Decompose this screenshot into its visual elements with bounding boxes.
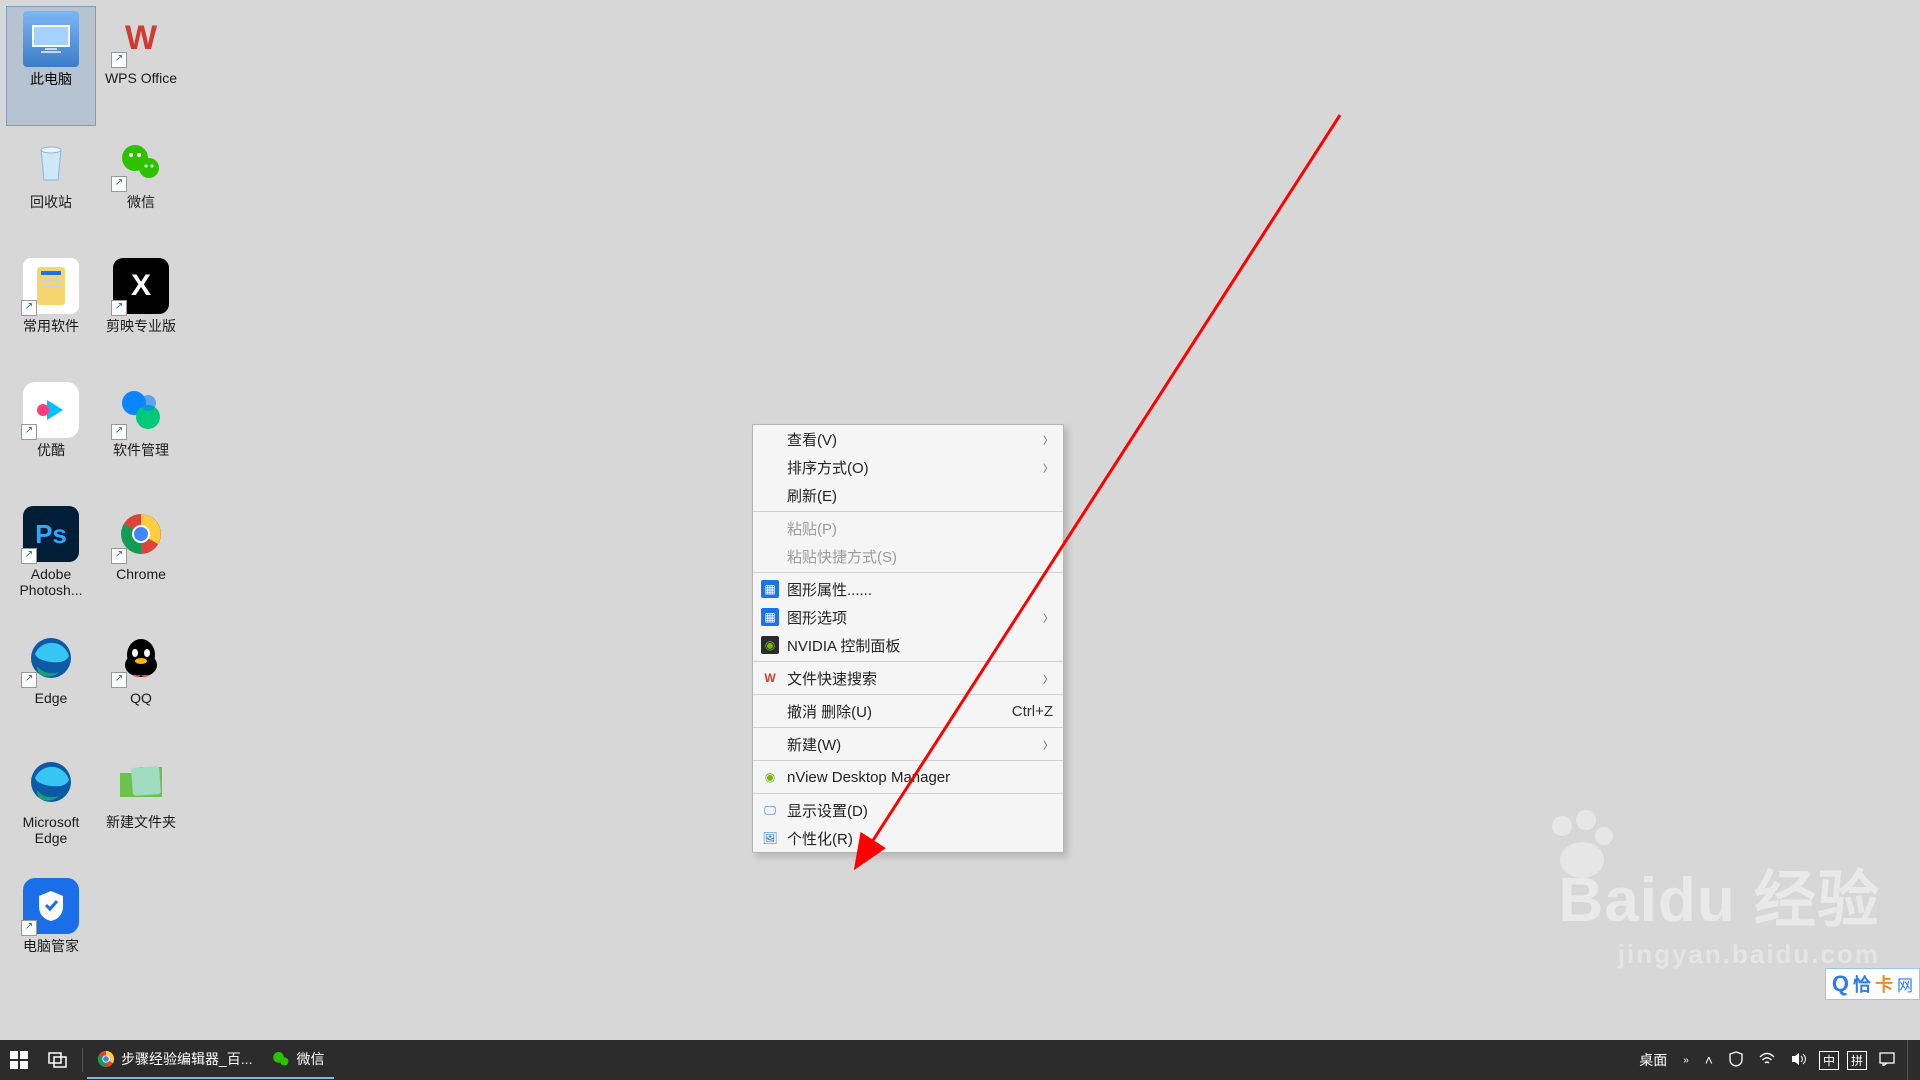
icon-photoshop[interactable]: Ps Adobe Photosh... bbox=[6, 502, 96, 622]
icon-label: 剪映专业版 bbox=[106, 318, 176, 334]
wps-icon: W bbox=[761, 669, 779, 687]
menu-view[interactable]: 查看(V)〉 bbox=[753, 425, 1063, 453]
menu-separator bbox=[753, 661, 1063, 662]
icon-label: 回收站 bbox=[30, 194, 72, 210]
menu-file-quicksearch[interactable]: W文件快速搜索〉 bbox=[753, 664, 1063, 692]
taskbar-task-wechat[interactable]: 微信 bbox=[262, 1041, 334, 1079]
desktop-context-menu: 查看(V)〉 排序方式(O)〉 刷新(E) 粘贴(P) 粘贴快捷方式(S) ▦图… bbox=[752, 424, 1064, 853]
icon-chrome[interactable]: Chrome bbox=[96, 502, 186, 622]
task-view-button[interactable] bbox=[38, 1040, 78, 1080]
tray-ime-indicator-2[interactable]: 拼 bbox=[1847, 1051, 1867, 1070]
menu-separator bbox=[753, 694, 1063, 695]
personalize-icon: 🖼 bbox=[761, 829, 779, 847]
tray-notifications-icon[interactable] bbox=[1875, 1052, 1899, 1069]
monitor-icon: 🖵 bbox=[761, 801, 779, 819]
tray-wifi-icon[interactable] bbox=[1755, 1052, 1779, 1069]
icon-qq[interactable]: QQ bbox=[96, 626, 186, 746]
taskbar-task-chrome[interactable]: 步骤经验编辑器_百... bbox=[87, 1041, 262, 1079]
menu-separator bbox=[753, 572, 1063, 573]
submenu-arrow-icon: 〉 bbox=[1043, 460, 1053, 475]
menu-display-settings[interactable]: 🖵显示设置(D) bbox=[753, 796, 1063, 824]
menu-refresh[interactable]: 刷新(E) bbox=[753, 481, 1063, 509]
wechat-icon bbox=[272, 1050, 290, 1068]
icon-wechat[interactable]: 微信 bbox=[96, 130, 186, 250]
menu-paste: 粘贴(P) bbox=[753, 514, 1063, 542]
tray-desktop-label[interactable]: 桌面 bbox=[1635, 1050, 1671, 1070]
menu-paste-shortcut: 粘贴快捷方式(S) bbox=[753, 542, 1063, 570]
icon-label: WPS Office bbox=[105, 70, 177, 86]
icon-label: Adobe Photosh... bbox=[8, 566, 94, 598]
taskbar: 步骤经验编辑器_百... 微信 桌面 » ˄ 中 拼 bbox=[0, 1040, 1920, 1080]
submenu-arrow-icon: 〉 bbox=[1043, 737, 1053, 752]
icon-jianying[interactable]: X 剪映专业版 bbox=[96, 254, 186, 374]
icon-label: 微信 bbox=[127, 194, 155, 210]
icon-common-software[interactable]: 常用软件 bbox=[6, 254, 96, 374]
menu-graphics-options[interactable]: ▦图形选项〉 bbox=[753, 603, 1063, 631]
chrome-icon bbox=[97, 1050, 115, 1068]
menu-separator bbox=[753, 760, 1063, 761]
icon-recycle-bin[interactable]: 回收站 bbox=[6, 130, 96, 250]
desktop[interactable]: 此电脑 W WPS Office 回收站 微信 常用软件 X 剪映专业版 优酷 bbox=[0, 0, 1920, 1040]
taskbar-separator bbox=[82, 1048, 83, 1072]
icon-label: 此电脑 bbox=[30, 71, 72, 87]
system-tray: 桌面 » ˄ 中 拼 bbox=[1635, 1040, 1920, 1080]
menu-graphics-properties[interactable]: ▦图形属性...... bbox=[753, 575, 1063, 603]
submenu-arrow-icon: 〉 bbox=[1043, 671, 1053, 686]
icon-label: QQ bbox=[130, 690, 152, 706]
watermark-baidu: Baidu 经验 jingyan.baidu.com bbox=[1559, 849, 1880, 970]
icon-label: 软件管理 bbox=[113, 442, 169, 458]
icon-youku[interactable]: 优酷 bbox=[6, 378, 96, 498]
nvidia-icon: ◉ bbox=[761, 636, 779, 654]
icon-label: Microsoft Edge bbox=[8, 814, 94, 846]
corner-logo-qiaqa: Q 恰卡网 bbox=[1825, 968, 1920, 1000]
menu-nview-desktop-manager[interactable]: ◉nView Desktop Manager bbox=[753, 763, 1063, 791]
icon-label: 优酷 bbox=[37, 442, 65, 458]
icon-label: Chrome bbox=[116, 566, 166, 582]
icon-wps-office[interactable]: W WPS Office bbox=[96, 6, 186, 126]
intel-icon: ▦ bbox=[761, 608, 779, 626]
logo-q-icon: Q bbox=[1832, 971, 1849, 997]
tray-security-icon[interactable] bbox=[1725, 1051, 1747, 1070]
show-desktop-button[interactable] bbox=[1907, 1040, 1916, 1080]
submenu-arrow-icon: 〉 bbox=[1043, 432, 1053, 447]
icon-pc-guard[interactable]: 电脑管家 bbox=[6, 874, 96, 994]
menu-separator bbox=[753, 793, 1063, 794]
menu-undo-delete[interactable]: 撤消 删除(U)Ctrl+Z bbox=[753, 697, 1063, 725]
menu-new[interactable]: 新建(W)〉 bbox=[753, 730, 1063, 758]
icon-label: 电脑管家 bbox=[23, 938, 79, 954]
icon-edge[interactable]: Edge bbox=[6, 626, 96, 746]
tray-ime-indicator[interactable]: 中 bbox=[1819, 1051, 1839, 1070]
menu-separator bbox=[753, 727, 1063, 728]
nvidia-icon: ◉ bbox=[761, 768, 779, 786]
menu-separator bbox=[753, 511, 1063, 512]
menu-nvidia-control-panel[interactable]: ◉NVIDIA 控制面板 bbox=[753, 631, 1063, 659]
icon-new-folder[interactable]: 新建文件夹 bbox=[96, 750, 186, 870]
submenu-arrow-icon: 〉 bbox=[1043, 610, 1053, 625]
icon-label: 新建文件夹 bbox=[106, 814, 176, 830]
icon-label: Edge bbox=[35, 690, 68, 706]
icon-label: 常用软件 bbox=[23, 318, 79, 334]
icon-this-pc[interactable]: 此电脑 bbox=[6, 6, 96, 126]
menu-personalize[interactable]: 🖼个性化(R) bbox=[753, 824, 1063, 852]
menu-sort[interactable]: 排序方式(O)〉 bbox=[753, 453, 1063, 481]
start-button[interactable] bbox=[0, 1040, 38, 1080]
tray-chevron-icon[interactable]: ˄ bbox=[1701, 1052, 1717, 1068]
icon-microsoft-edge[interactable]: Microsoft Edge bbox=[6, 750, 96, 870]
intel-icon: ▦ bbox=[761, 580, 779, 598]
tray-overflow-icon[interactable]: » bbox=[1679, 1055, 1693, 1066]
tray-volume-icon[interactable] bbox=[1787, 1052, 1811, 1069]
icon-software-manager[interactable]: 软件管理 bbox=[96, 378, 186, 498]
